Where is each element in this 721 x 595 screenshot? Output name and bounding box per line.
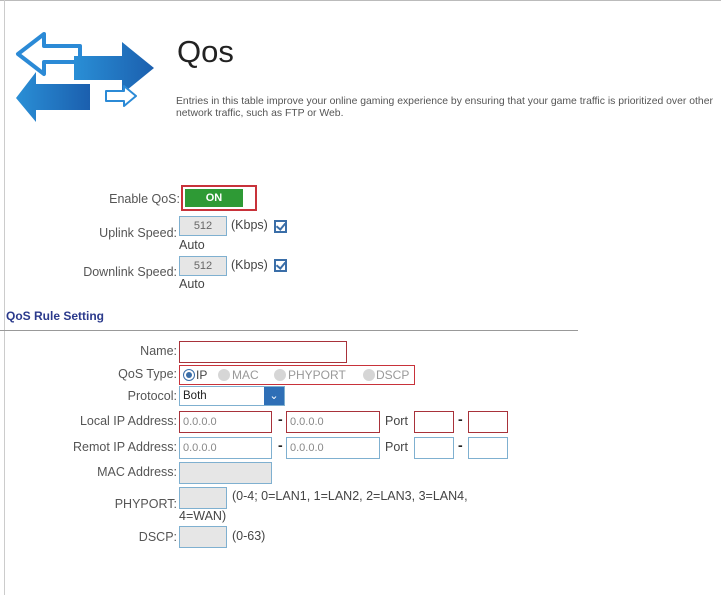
mac-address-label: MAC Address: [97, 465, 177, 479]
downlink-speed-input[interactable]: 512 [179, 256, 227, 276]
qos-type-label: QoS Type: [118, 367, 177, 381]
local-port-range-separator: - [458, 411, 463, 427]
page-description: Entries in this table improve your onlin… [176, 96, 713, 119]
qos-type-radio-group: IP MAC PHYPORT DSCP [179, 365, 415, 385]
qos-type-ip-radio[interactable] [183, 369, 195, 381]
remote-port-label: Port [385, 440, 408, 454]
local-port-label: Port [385, 414, 408, 428]
qos-type-phyport-radio[interactable] [274, 369, 286, 381]
phyport-label: PHYPORT: [114, 497, 177, 511]
chevron-down-icon: ⌄ [264, 387, 284, 405]
frame-left-border [4, 0, 5, 595]
local-port-start-input[interactable] [414, 411, 454, 433]
qos-type-phyport-label: PHYPORT [288, 368, 346, 382]
qos-type-ip-label: IP [196, 368, 208, 382]
remote-ip-end-input[interactable]: 0.0.0.0 [286, 437, 380, 459]
local-port-end-input[interactable] [468, 411, 508, 433]
uplink-unit: (Kbps) [231, 218, 268, 232]
qos-type-mac-radio[interactable] [218, 369, 230, 381]
enable-qos-label: Enable QoS: [109, 192, 180, 206]
protocol-select[interactable]: Both ⌄ [179, 386, 285, 406]
protocol-selected-value: Both [183, 390, 207, 402]
toggle-on-label: ON [185, 189, 243, 207]
name-input[interactable] [179, 341, 347, 363]
remote-ip-label: Remot IP Address: [73, 440, 177, 454]
qos-type-dscp-radio[interactable] [363, 369, 375, 381]
dscp-input[interactable] [179, 526, 227, 548]
downlink-unit: (Kbps) [231, 258, 268, 272]
dscp-label: DSCP: [138, 530, 177, 544]
local-ip-end-input[interactable]: 0.0.0.0 [286, 411, 380, 433]
qos-type-dscp-label: DSCP [376, 368, 410, 382]
local-ip-label: Local IP Address: [79, 414, 177, 428]
section-divider [0, 330, 578, 331]
qos-type-mac-label: MAC [232, 368, 259, 382]
remote-ip-start-input[interactable]: 0.0.0.0 [179, 437, 272, 459]
local-ip-range-separator: - [278, 411, 283, 427]
enable-qos-toggle[interactable]: ON [181, 185, 257, 211]
phyport-hint: (0-4; 0=LAN1, 1=LAN2, 2=LAN3, 3=LAN4, [232, 489, 468, 503]
remote-port-start-input[interactable] [414, 437, 454, 459]
qos-rule-section-title: QoS Rule Setting [6, 309, 105, 323]
phyport-hint-continued: 4=WAN) [179, 509, 227, 523]
uplink-auto-label: Auto [179, 238, 205, 252]
page-title: Qos [177, 34, 234, 69]
remote-ip-range-separator: - [278, 437, 283, 453]
downlink-speed-label: Downlink Speed: [83, 265, 177, 279]
downlink-auto-label: Auto [179, 277, 205, 291]
frame-top-border [0, 0, 721, 1]
mac-address-input[interactable] [179, 462, 272, 484]
local-ip-start-input[interactable]: 0.0.0.0 [179, 411, 272, 433]
remote-port-end-input[interactable] [468, 437, 508, 459]
bidirectional-arrows-logo-icon [16, 32, 154, 122]
uplink-auto-checkbox[interactable] [274, 220, 287, 233]
uplink-speed-label: Uplink Speed: [99, 226, 177, 240]
remote-port-range-separator: - [458, 437, 463, 453]
uplink-speed-input[interactable]: 512 [179, 216, 227, 236]
name-label: Name: [140, 344, 177, 358]
downlink-auto-checkbox[interactable] [274, 259, 287, 272]
protocol-label: Protocol: [127, 389, 177, 403]
phyport-input[interactable] [179, 487, 227, 509]
dscp-hint: (0-63) [232, 529, 266, 543]
